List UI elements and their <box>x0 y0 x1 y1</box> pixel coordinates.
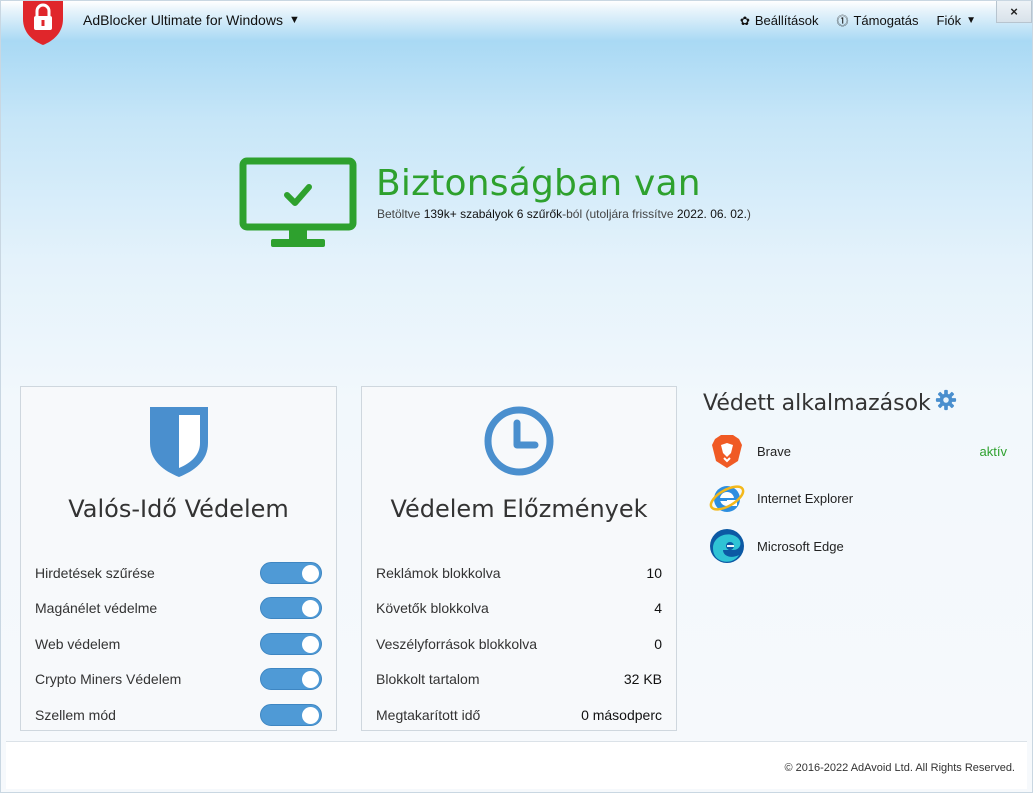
time-saved-label: Megtakarított idő <box>376 706 481 723</box>
web-protection-label: Web védelem <box>35 635 121 652</box>
app-status-badge: aktív <box>979 443 1007 459</box>
toggle-knob <box>302 671 319 689</box>
internet-explorer-icon <box>709 485 745 512</box>
protection-history-card: Védelem Előzmények Reklámok blokkolva 10… <box>361 386 677 731</box>
list-item: Szellem mód <box>21 697 336 733</box>
ad-filtering-label: Hirdetések szűrése <box>35 564 155 581</box>
adblocker-shield-lock-icon <box>23 1 63 45</box>
time-saved-value: 0 másodperc <box>581 706 662 723</box>
list-item: Crypto Miners Védelem <box>21 662 336 698</box>
realtime-protection-list: Hirdetések szűrése Magánélet védelme Web… <box>21 555 336 733</box>
privacy-protection-toggle[interactable] <box>260 597 322 620</box>
list-item[interactable]: Microsoft Edge <box>707 526 1007 566</box>
list-item[interactable]: Brave aktív <box>707 431 1007 471</box>
gear-icon: ✿ <box>739 13 750 28</box>
status-sub-prefix: Betöltve <box>377 207 424 221</box>
app-name: Microsoft Edge <box>757 538 844 554</box>
protected-apps-title: Védett alkalmazások <box>703 391 931 416</box>
toggle-knob <box>302 564 319 582</box>
realtime-protection-card: Valós-Idő Védelem Hirdetések szűrése Mag… <box>20 386 337 731</box>
brave-icon <box>712 435 742 468</box>
protection-history-list: Reklámok blokkolva 10 Követők blokkolva … <box>362 555 676 733</box>
account-label: Fiók <box>936 13 962 28</box>
realtime-protection-title: Valós-Idő Védelem <box>68 495 289 523</box>
account-menu-button[interactable]: Fiók ▼ <box>937 12 976 29</box>
list-item[interactable]: Internet Explorer <box>707 478 1007 518</box>
settings-label: Beállítások <box>754 13 819 28</box>
toggle-knob <box>302 635 319 653</box>
monitor-check-icon <box>239 157 357 247</box>
ads-blocked-value: 10 <box>646 564 662 581</box>
list-item: Hirdetések szűrése <box>21 555 336 591</box>
app-title-dropdown[interactable]: AdBlocker Ultimate for Windows ▼ <box>83 12 300 28</box>
toggle-knob <box>302 600 319 618</box>
close-icon: × <box>1010 4 1018 19</box>
protection-history-title: Védelem Előzmények <box>390 495 648 523</box>
close-button[interactable]: × <box>996 1 1032 23</box>
ads-blocked-label: Reklámok blokkolva <box>376 564 501 581</box>
app-window: AdBlocker Ultimate for Windows ▼ ✿ Beáll… <box>0 0 1033 793</box>
blocked-content-value: 32 KB <box>623 671 662 688</box>
rules-count: 139k+ szabályok <box>423 207 514 221</box>
stealth-mode-label: Szellem mód <box>35 706 116 723</box>
status-sub-mid2: -ból (utoljára frissítve <box>562 207 677 221</box>
support-menu-button[interactable]: ⓵ Támogatás <box>836 12 918 29</box>
list-item: Web védelem <box>21 626 336 662</box>
filters-count-link[interactable]: 6 szűrők <box>517 207 562 221</box>
list-item: Megtakarított idő 0 másodperc <box>362 697 676 733</box>
top-menu: ✿ Beállítások ⓵ Támogatás Fiók ▼ <box>740 12 976 29</box>
crypto-miners-toggle[interactable] <box>260 668 322 691</box>
gear-icon[interactable] <box>935 389 957 411</box>
blocked-content-label: Blokkolt tartalom <box>376 671 480 688</box>
app-name: Internet Explorer <box>757 490 854 506</box>
trackers-blocked-value: 4 <box>654 600 662 617</box>
stealth-mode-toggle[interactable] <box>260 703 322 726</box>
app-name: Brave <box>757 443 791 459</box>
chevron-down-icon: ▼ <box>288 14 300 26</box>
status-subtitle: Betöltve 139k+ szabályok 6 szűrők-ból (u… <box>377 207 751 221</box>
status-title: Biztonságban van <box>376 163 701 204</box>
app-title-label: AdBlocker Ultimate for Windows <box>83 12 283 28</box>
ad-filtering-toggle[interactable] <box>260 561 322 584</box>
shield-icon <box>149 407 208 477</box>
list-item: Reklámok blokkolva 10 <box>362 555 676 591</box>
status-sub-suffix: ) <box>746 207 751 221</box>
updated-date: 2022. 06. 02. <box>676 207 747 221</box>
help-icon: ⓵ <box>836 14 849 28</box>
settings-menu-button[interactable]: ✿ Beállítások <box>740 12 819 29</box>
clock-icon <box>484 406 554 476</box>
list-item: Blokkolt tartalom 32 KB <box>362 662 676 698</box>
chevron-down-icon: ▼ <box>966 15 976 26</box>
privacy-protection-label: Magánélet védelme <box>35 600 158 617</box>
list-item: Veszélyforrások blokkolva 0 <box>362 626 676 662</box>
web-protection-toggle[interactable] <box>260 632 322 655</box>
title-bar: AdBlocker Ultimate for Windows ▼ ✿ Beáll… <box>1 1 1032 45</box>
crypto-miners-label: Crypto Miners Védelem <box>35 671 182 688</box>
threats-blocked-label: Veszélyforrások blokkolva <box>376 635 538 652</box>
footer: © 2016-2022 AdAvoid Ltd. All Rights Rese… <box>6 741 1027 789</box>
trackers-blocked-label: Követők blokkolva <box>376 600 489 617</box>
copyright-text: © 2016-2022 AdAvoid Ltd. All Rights Rese… <box>784 762 1016 774</box>
threats-blocked-value: 0 <box>654 635 662 652</box>
list-item: Magánélet védelme <box>21 591 336 627</box>
toggle-knob <box>302 706 319 724</box>
list-item: Követők blokkolva 4 <box>362 591 676 627</box>
microsoft-edge-icon <box>710 529 744 563</box>
protected-apps-heading: Védett alkalmazások <box>703 389 957 416</box>
support-label: Támogatás <box>853 13 919 28</box>
